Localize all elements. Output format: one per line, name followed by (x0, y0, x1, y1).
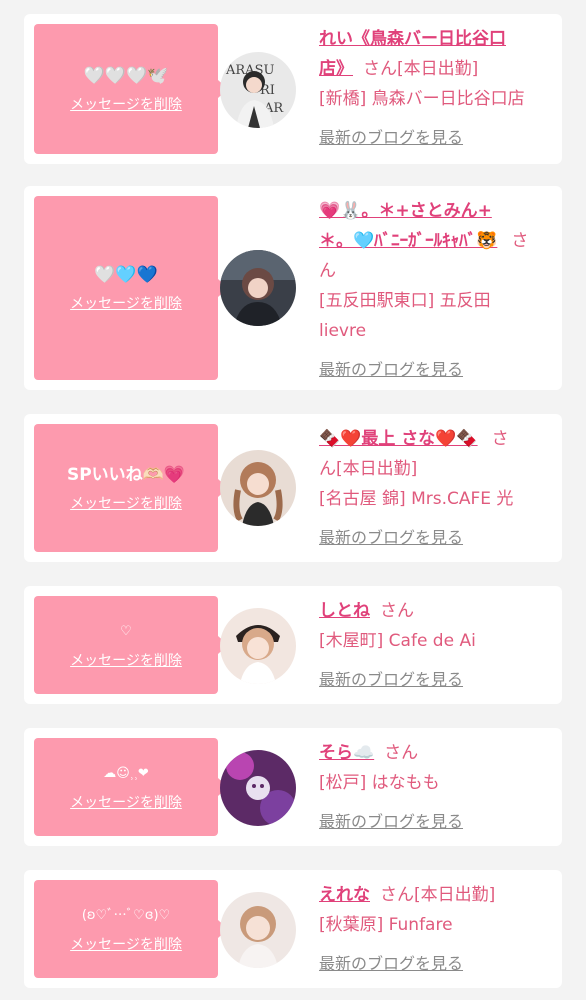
message-bubble: (ʚ♡ﾞ⋯ﾞ♡ɞ)♡ メッセージを削除 (34, 880, 228, 978)
favorites-list: 🤍🤍🤍🕊️ メッセージを削除 ARASU RI AR れい《鳥森バー日比谷口 店… (0, 0, 586, 1000)
delete-message-link[interactable]: メッセージを削除 (70, 493, 182, 513)
avatar[interactable] (220, 608, 296, 684)
san-label: さん (384, 743, 419, 763)
san-label: さん (380, 601, 414, 621)
cast-name[interactable]: 🍫❤️最上 さな❤️🍫 (319, 429, 478, 449)
message-text: (ʚ♡ﾞ⋯ﾞ♡ɞ)♡ (81, 908, 171, 923)
san-label: さん (380, 885, 414, 905)
cast-name-cont[interactable]: ＊。🩵ﾊﾞﾆｰｶﾞｰﾙｷｬﾊﾞ🐯 (319, 231, 497, 251)
list-item: ♡ メッセージを削除 しとね さん [木屋町] Cafe de Ai 最新のブログ… (24, 586, 562, 704)
shop-info: [木屋町] Cafe de Ai (319, 631, 476, 651)
delete-message-link[interactable]: メッセージを削除 (70, 94, 182, 114)
message-text: SPいいね🫶🏻💗 (66, 465, 186, 485)
list-item: (ʚ♡ﾞ⋯ﾞ♡ɞ)♡ メッセージを削除 えれな さん[本日出勤] [秋葉原] Fu… (24, 870, 562, 988)
list-item: SPいいね🫶🏻💗 メッセージを削除 🍫❤️最上 さな❤️🍫 さ ん[本日出勤] [… (24, 414, 562, 562)
avatar[interactable]: ARASU RI AR (220, 52, 296, 128)
message-bubble: ︎︎☁︎☺︎⸒⸒❤︎ メッセージを削除 (34, 738, 228, 836)
list-item: 🤍🩵💙 メッセージを削除 💗🐰。＊+さとみん+ ＊。🩵ﾊﾞﾆｰｶﾞｰﾙｷｬﾊﾞ🐯… (24, 186, 562, 390)
view-blog-link[interactable]: 最新のブログを見る (319, 952, 555, 976)
delete-message-link[interactable]: メッセージを削除 (70, 650, 182, 670)
avatar[interactable] (220, 892, 296, 968)
avatar[interactable] (220, 750, 296, 826)
message-text: 🤍🤍🤍🕊️ (83, 66, 169, 86)
message-text: ♡ (120, 624, 132, 639)
shop-info: [五反田駅東口] 五反田 (319, 291, 491, 311)
shop-info: [名古屋 錦] Mrs.CAFE 光 (319, 489, 514, 509)
cast-name-line-1[interactable]: れい《鳥森バー日比谷口 (319, 24, 555, 54)
shop-info: [新橋] 鳥森バー日比谷口店 (319, 89, 525, 109)
message-bubble: ♡ メッセージを削除 (34, 596, 228, 694)
cast-name[interactable]: そら☁️ (319, 743, 374, 763)
list-item: ︎︎☁︎☺︎⸒⸒❤︎ メッセージを削除 そら☁️ さん [松戸] はなもも 最新の… (24, 728, 562, 846)
cast-name[interactable]: えれな (319, 885, 370, 905)
cast-name[interactable]: れい《鳥森バー日比谷口 (319, 29, 506, 49)
message-bubble: 🤍🩵💙 メッセージを削除 (34, 196, 228, 380)
san-label: ん (319, 261, 336, 281)
avatar[interactable] (220, 450, 296, 526)
view-blog-link[interactable]: 最新のブログを見る (319, 668, 555, 692)
view-blog-link[interactable]: 最新のブログを見る (319, 810, 555, 834)
view-blog-link[interactable]: 最新のブログを見る (319, 126, 555, 150)
message-bubble: SPいいね🫶🏻💗 メッセージを削除 (34, 424, 228, 552)
delete-message-link[interactable]: メッセージを削除 (70, 792, 182, 812)
san-label: さん (363, 59, 397, 79)
view-blog-link[interactable]: 最新のブログを見る (319, 526, 555, 550)
delete-message-link[interactable]: メッセージを削除 (70, 934, 182, 954)
cast-name[interactable]: 💗🐰。＊+さとみん+ (319, 201, 492, 221)
cast-name[interactable]: しとね (319, 601, 370, 621)
message-bubble: 🤍🤍🤍🕊️ メッセージを削除 (34, 24, 228, 154)
attendance-badge: [本日出勤] (414, 885, 496, 905)
delete-message-link[interactable]: メッセージを削除 (70, 293, 182, 313)
shop-info: [松戸] はなもも (319, 773, 440, 793)
message-text: 🤍🩵💙 (94, 265, 158, 285)
attendance-badge: [本日出勤] (397, 59, 479, 79)
shop-info: [秋葉原] Funfare (319, 915, 453, 935)
cast-name-cont[interactable]: 店》 (319, 59, 353, 79)
message-text: ︎︎☁︎☺︎⸒⸒❤︎ (103, 766, 149, 781)
view-blog-link[interactable]: 最新のブログを見る (319, 358, 555, 382)
shop-info-cont: lievre (319, 321, 367, 341)
avatar[interactable] (220, 250, 296, 326)
list-item: 🤍🤍🤍🕊️ メッセージを削除 ARASU RI AR れい《鳥森バー日比谷口 店… (24, 14, 562, 164)
san-attendance: ん[本日出勤] (319, 459, 418, 479)
